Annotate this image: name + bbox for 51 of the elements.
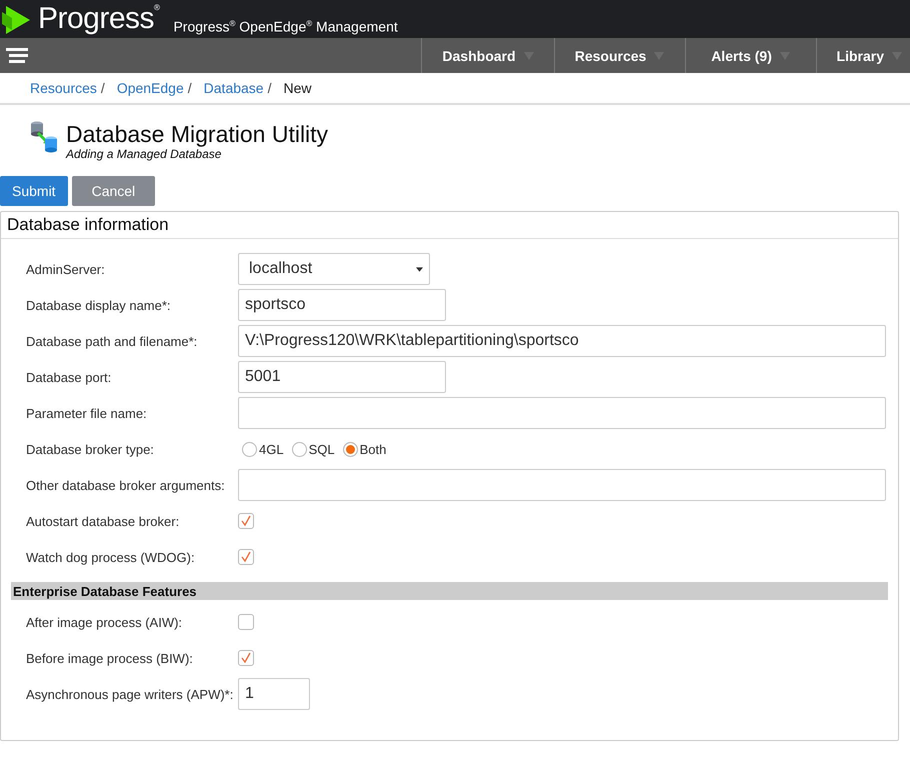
field-label: After image process (AIW): bbox=[26, 614, 184, 630]
logo-icon bbox=[2, 4, 32, 34]
checkbox[interactable] bbox=[238, 650, 254, 666]
breadcrumb-link[interactable]: Resources bbox=[30, 80, 97, 96]
section-header: Enterprise Database Features bbox=[11, 582, 888, 600]
radio-label[interactable]: 4GL bbox=[259, 442, 284, 456]
input-field[interactable] bbox=[238, 397, 886, 429]
field-label: Parameter file name: bbox=[26, 406, 148, 420]
nav-menu[interactable]: Resources bbox=[554, 38, 685, 73]
radio-button[interactable] bbox=[242, 442, 257, 456]
breadcrumb-link[interactable]: Database bbox=[204, 80, 264, 96]
breadcrumb-current: New bbox=[283, 80, 312, 96]
panel-title: Database information bbox=[1, 212, 898, 239]
field-label: Asynchronous page writers (APW)*: bbox=[26, 686, 234, 702]
field-label: Watch dog process (WDOG): bbox=[26, 550, 196, 564]
field-label: Database port: bbox=[26, 370, 112, 384]
checkbox[interactable] bbox=[238, 614, 254, 630]
product-name: Progress$^{®}$ OpenEdge$^{®}$ Management bbox=[173, 18, 398, 37]
nav-menu[interactable]: Library bbox=[816, 38, 910, 73]
checkbox[interactable] bbox=[238, 549, 254, 565]
breadcrumb-separator: / bbox=[268, 80, 272, 96]
input-field[interactable]: 5001 bbox=[238, 361, 446, 393]
caret-icon bbox=[416, 266, 423, 272]
input-field[interactable]: V:\Progress120\WRK\tablepartitioning\sportsco bbox=[238, 325, 886, 357]
nav-menu[interactable]: Dashboard bbox=[421, 38, 554, 73]
field-label: Database path and filename*: bbox=[26, 334, 198, 348]
menu-icon[interactable] bbox=[6, 48, 28, 64]
input-field[interactable]: sportsco bbox=[238, 289, 446, 321]
nav-menu[interactable]: Alerts (9) bbox=[684, 38, 816, 73]
field-label: Database display name*: bbox=[26, 298, 172, 312]
page-subtitle: Adding a Managed Database bbox=[66, 147, 222, 161]
field-label: Database broker type: bbox=[26, 442, 155, 456]
field-label: Other database broker arguments: bbox=[26, 478, 226, 492]
field-label: AdminServer: bbox=[26, 262, 106, 276]
radio-label[interactable]: Both bbox=[360, 442, 386, 456]
radio-button[interactable] bbox=[342, 442, 358, 456]
database-migration-icon bbox=[30, 121, 58, 153]
field-label: Before image process (BIW): bbox=[26, 650, 194, 666]
page-title: Database Migration Utility bbox=[66, 121, 328, 147]
submit-button[interactable]: Submit bbox=[0, 176, 68, 206]
radio-button[interactable] bbox=[292, 442, 307, 456]
dropdown[interactable]: localhost bbox=[238, 253, 430, 285]
breadcrumb-separator: / bbox=[188, 80, 192, 96]
input-field[interactable]: 1 bbox=[238, 678, 310, 710]
breadcrumb-link[interactable]: OpenEdge bbox=[116, 80, 184, 96]
checkbox[interactable] bbox=[238, 513, 254, 529]
radio-label[interactable]: SQL bbox=[308, 442, 335, 456]
breadcrumb-separator: / bbox=[100, 80, 105, 96]
input-field[interactable] bbox=[238, 469, 886, 501]
brand-name: Progress$^{®}$ bbox=[38, 1, 160, 37]
field-label: Autostart database broker: bbox=[26, 514, 180, 528]
